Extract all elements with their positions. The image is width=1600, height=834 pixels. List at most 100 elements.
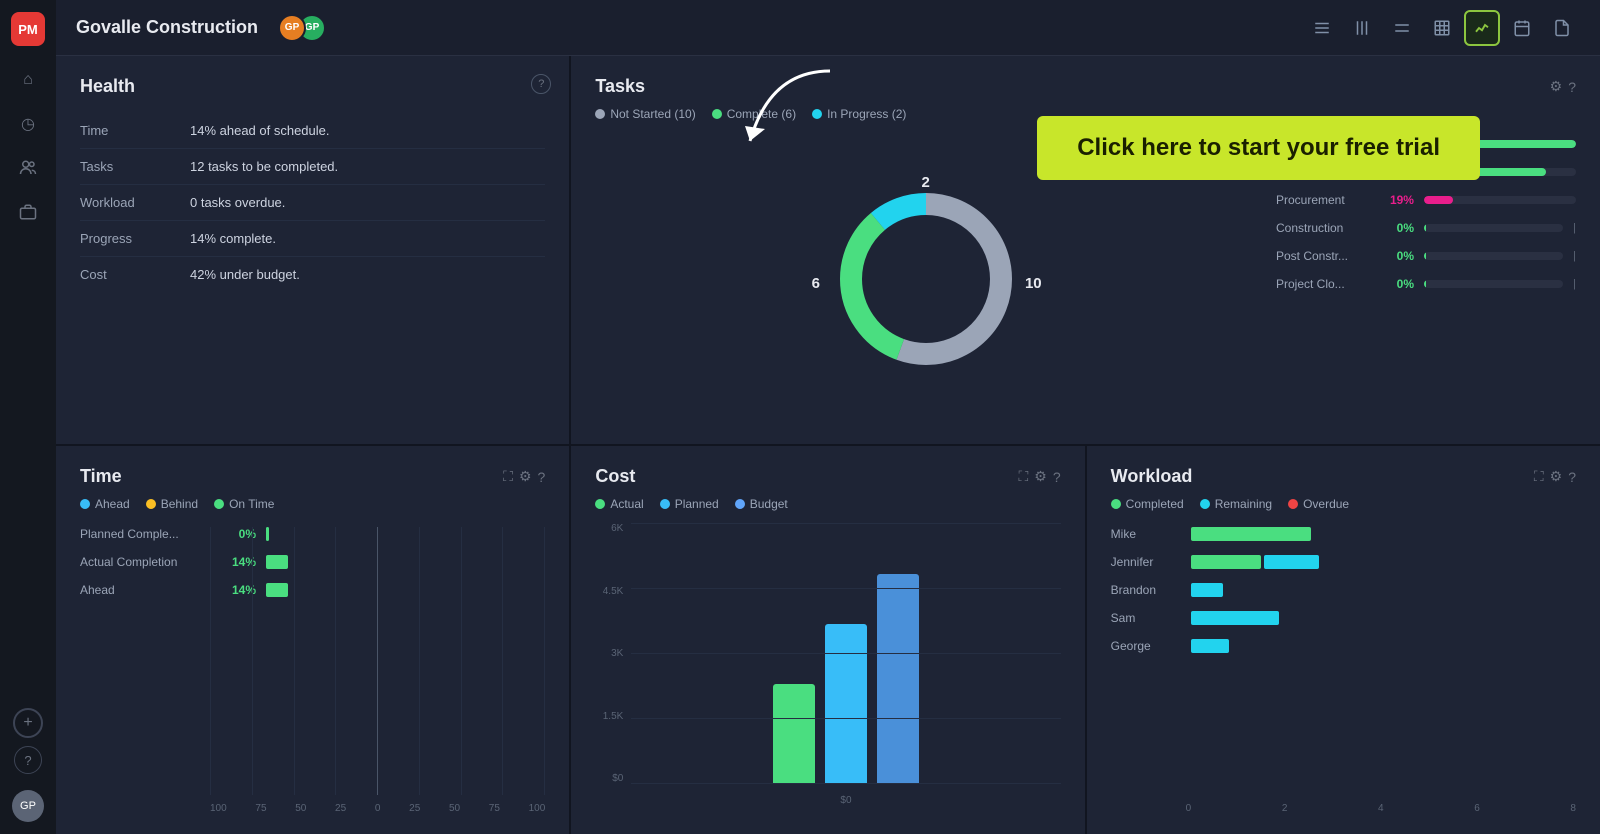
workload-rows: Mike Jennifer Brandon: [1111, 527, 1576, 814]
workload-panel: Workload ⛶ ⚙ ? Completed Remaining: [1087, 446, 1600, 834]
chart-view-button[interactable]: [1464, 10, 1500, 46]
project-clo-pct: 0%: [1376, 277, 1414, 291]
actual-label: Actual Completion: [80, 555, 210, 569]
time-expand-icon[interactable]: ⛶: [503, 468, 513, 485]
workload-x-axis: 0 2 4 6 8: [1111, 803, 1576, 814]
health-label-cost: Cost: [80, 267, 170, 282]
legend-in-progress: In Progress (2): [812, 107, 906, 121]
document-view-button[interactable]: [1544, 10, 1580, 46]
calendar-view-button[interactable]: [1504, 10, 1540, 46]
george-remaining-bar: [1191, 639, 1229, 653]
health-row-cost: Cost 42% under budget.: [80, 257, 545, 292]
health-help-icon[interactable]: ?: [531, 74, 551, 94]
app-logo[interactable]: PM: [11, 12, 45, 46]
health-value-time: 14% ahead of schedule.: [190, 123, 330, 138]
cost-help-icon[interactable]: ?: [1053, 469, 1061, 485]
workload-row-jennifer: Jennifer: [1111, 555, 1576, 569]
sam-remaining-bar: [1191, 611, 1279, 625]
sidebar-item-clock[interactable]: ◷: [10, 106, 46, 142]
procurement-label: Procurement: [1276, 193, 1366, 207]
tasks-title: Tasks: [595, 76, 645, 97]
task-prog-construction: Construction 0% |: [1276, 221, 1576, 235]
jennifer-name: Jennifer: [1111, 555, 1181, 569]
actual-dot: [595, 499, 605, 509]
health-label-time: Time: [80, 123, 170, 138]
remaining-dot: [1200, 499, 1210, 509]
cost-grid: [631, 523, 1060, 784]
dashboard: Click here to start your free trial Heal…: [56, 56, 1600, 834]
workload-row-brandon: Brandon: [1111, 583, 1576, 597]
menu-view-button[interactable]: [1384, 10, 1420, 46]
jennifer-remaining-bar: [1264, 555, 1319, 569]
time-legend: Ahead Behind On Time: [80, 497, 545, 511]
jennifer-completed-bar: [1191, 555, 1261, 569]
columns-view-button[interactable]: [1344, 10, 1380, 46]
add-project-button[interactable]: +: [13, 708, 43, 738]
health-value-workload: 0 tasks overdue.: [190, 195, 285, 210]
help-icon[interactable]: ?: [14, 746, 42, 774]
time-actions: ⛶ ⚙ ?: [503, 468, 545, 485]
project-clo-bar-bg: [1424, 280, 1563, 288]
george-name: George: [1111, 639, 1181, 653]
tasks-settings-icon[interactable]: ⚙: [1550, 78, 1563, 95]
construction-label: Construction: [1276, 221, 1366, 235]
project-clo-bar-fill: [1424, 280, 1426, 288]
user-avatar-sidebar[interactable]: GP: [12, 790, 44, 822]
legend-planned: Planned: [660, 497, 719, 511]
ahead-label: Ahead: [80, 583, 210, 597]
time-settings-icon[interactable]: ⚙: [519, 468, 532, 485]
sidebar-item-users[interactable]: [10, 150, 46, 186]
time-chart: Planned Comple... 0% Actual Completion 1…: [80, 527, 545, 814]
procurement-bar-bg: [1424, 196, 1576, 204]
george-bars: [1191, 639, 1576, 653]
sidebar-item-home[interactable]: ⌂: [10, 62, 46, 98]
planned-label: Planned Comple...: [80, 527, 210, 541]
brandon-remaining-bar: [1191, 583, 1223, 597]
procurement-bar-fill: [1424, 196, 1453, 204]
workload-expand-icon[interactable]: ⛶: [1534, 468, 1544, 485]
cost-legend: Actual Planned Budget: [595, 497, 1060, 511]
health-label-tasks: Tasks: [80, 159, 170, 174]
cost-expand-icon[interactable]: ⛶: [1018, 468, 1028, 485]
completed-dot: [1111, 499, 1121, 509]
legend-completed: Completed: [1111, 497, 1184, 511]
post-constr-bar-bg: [1424, 252, 1563, 260]
tasks-help-icon[interactable]: ?: [1568, 79, 1576, 95]
table-view-button[interactable]: [1424, 10, 1460, 46]
workload-row-mike: Mike: [1111, 527, 1576, 541]
planned-dot: [660, 499, 670, 509]
legend-on-time: On Time: [214, 497, 274, 511]
legend-overdue: Overdue: [1288, 497, 1349, 511]
in-progress-dot: [812, 109, 822, 119]
mike-completed-bar: [1191, 527, 1311, 541]
post-constr-pct: 0%: [1376, 249, 1414, 263]
health-panel: Health ? Time 14% ahead of schedule. Tas…: [56, 56, 569, 444]
sam-name: Sam: [1111, 611, 1181, 625]
task-prog-post-constr: Post Constr... 0% |: [1276, 249, 1576, 263]
cost-actions: ⛶ ⚙ ?: [1018, 468, 1060, 485]
legend-not-started: Not Started (10): [595, 107, 695, 121]
tasks-actions: ⚙ ?: [1550, 78, 1576, 95]
avatar-1: GP: [278, 14, 306, 42]
legend-remaining: Remaining: [1200, 497, 1272, 511]
cta-banner[interactable]: Click here to start your free trial: [1037, 116, 1480, 180]
cost-settings-icon[interactable]: ⚙: [1034, 468, 1047, 485]
time-x-axis: 100 75 50 25 0 25 50 75 100: [80, 803, 545, 814]
construction-bar-fill: [1424, 224, 1426, 232]
workload-settings-icon[interactable]: ⚙: [1550, 468, 1563, 485]
workload-legend: Completed Remaining Overdue: [1111, 497, 1576, 511]
brandon-bars: [1191, 583, 1576, 597]
time-help-icon[interactable]: ?: [538, 469, 546, 485]
cost-panel: Cost ⛶ ⚙ ? Actual Planned Budg: [571, 446, 1084, 834]
sidebar-item-briefcase[interactable]: [10, 194, 46, 230]
health-title: Health: [80, 76, 545, 97]
list-view-button[interactable]: [1304, 10, 1340, 46]
health-value-tasks: 12 tasks to be completed.: [190, 159, 338, 174]
task-prog-project-clo: Project Clo... 0% |: [1276, 277, 1576, 291]
workload-title: Workload: [1111, 466, 1193, 487]
cost-x-label: $0: [840, 795, 851, 806]
overdue-dot: [1288, 499, 1298, 509]
mike-name: Mike: [1111, 527, 1181, 541]
workload-help-icon[interactable]: ?: [1568, 469, 1576, 485]
post-constr-label: Post Constr...: [1276, 249, 1366, 263]
